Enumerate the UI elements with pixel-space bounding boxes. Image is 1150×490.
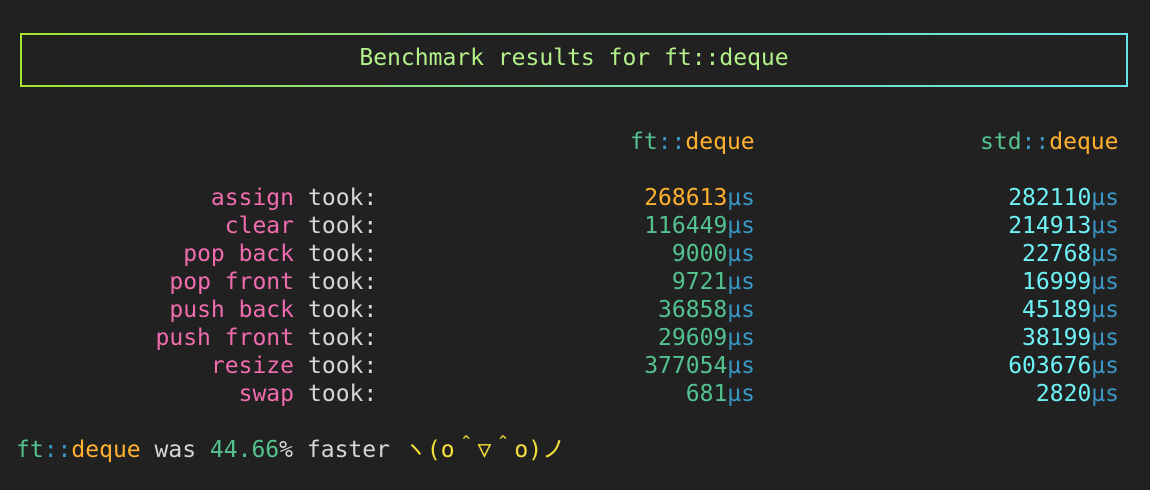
terminal-window: Benchmark results for ft::deque ft::dequ…: [0, 0, 1150, 490]
summary-name: deque: [71, 437, 141, 463]
unit: µs: [727, 325, 755, 351]
std-value: 282110: [1008, 185, 1092, 211]
header-ft-ns: ft: [630, 129, 658, 155]
unit: µs: [1091, 381, 1119, 407]
header-std-ns: std: [980, 129, 1022, 155]
header-ft-deque: ft::deque: [630, 128, 755, 156]
ft-time-assign: 268613µs: [644, 184, 755, 212]
took-label: took:: [308, 269, 378, 295]
unit: µs: [1091, 185, 1119, 211]
unit: µs: [1091, 269, 1119, 295]
std-time-pop-front: 16999µs: [1022, 268, 1119, 296]
std-time-push-back: 45189µs: [1022, 296, 1119, 324]
std-value: 16999: [1022, 269, 1092, 295]
std-time-swap: 2820µs: [1036, 380, 1119, 408]
header-ft-name: deque: [685, 129, 755, 155]
unit: µs: [727, 213, 755, 239]
banner-title: Benchmark results for ft::deque: [359, 45, 789, 71]
ft-time-clear: 116449µs: [644, 212, 755, 240]
row-label-push-back: push back: [169, 297, 294, 323]
took-label: took:: [308, 353, 378, 379]
ft-value: 116449: [644, 213, 728, 239]
took-label: took:: [308, 185, 378, 211]
std-time-assign: 282110µs: [1008, 184, 1119, 212]
unit: µs: [1091, 241, 1119, 267]
std-time-resize: 603676µs: [1008, 352, 1119, 380]
row-label-push-front: push front: [155, 325, 294, 351]
unit: µs: [1091, 325, 1119, 351]
took-label: took:: [308, 297, 378, 323]
summary-line: ft::deque was 44.66% faster ヽ(o＾▽＾o)ノ: [16, 436, 565, 464]
ft-time-pop-back: 9000µs: [672, 240, 755, 268]
std-value: 45189: [1022, 297, 1092, 323]
took-label: took:: [308, 325, 378, 351]
summary-faster: faster: [306, 437, 390, 463]
took-label: took:: [308, 381, 378, 407]
ft-value: 681: [685, 381, 728, 407]
ft-value: 9721: [671, 269, 728, 295]
unit: µs: [727, 297, 755, 323]
std-value: 603676: [1008, 353, 1092, 379]
std-value: 2820: [1035, 381, 1092, 407]
ft-time-pop-front: 9721µs: [672, 268, 755, 296]
ft-time-push-front: 29609µs: [658, 324, 755, 352]
summary-percent-sign: %: [279, 437, 294, 463]
std-value: 38199: [1022, 325, 1092, 351]
unit: µs: [727, 241, 755, 267]
ft-value: 36858: [658, 297, 728, 323]
unit: µs: [1091, 353, 1119, 379]
row-label-clear: clear: [224, 213, 294, 239]
unit: µs: [1091, 213, 1119, 239]
std-time-clear: 214913µs: [1008, 212, 1119, 240]
unit: µs: [1091, 297, 1119, 323]
ft-time-swap: 681µs: [686, 380, 755, 408]
summary-percent: 44.66: [209, 437, 280, 463]
header-ft-sep: ::: [657, 129, 686, 155]
std-time-push-front: 38199µs: [1022, 324, 1119, 352]
ft-time-push-back: 36858µs: [658, 296, 755, 324]
header-std-deque: std::deque: [980, 128, 1119, 156]
ft-value: 268613: [644, 185, 728, 211]
ft-time-resize: 377054µs: [644, 352, 755, 380]
summary-sep: ::: [43, 437, 72, 463]
unit: µs: [727, 269, 755, 295]
unit: µs: [727, 185, 755, 211]
ft-value: 29609: [658, 325, 728, 351]
row-label-resize: resize: [210, 353, 294, 379]
std-value: 22768: [1022, 241, 1092, 267]
header-std-name: deque: [1049, 129, 1119, 155]
summary-kaomoji: ヽ(o＾▽＾o)ノ: [403, 437, 566, 463]
took-label: took:: [308, 241, 378, 267]
std-value: 214913: [1008, 213, 1092, 239]
ft-value: 9000: [671, 241, 728, 267]
summary-was: was: [154, 437, 197, 463]
std-time-pop-back: 22768µs: [1022, 240, 1119, 268]
header-std-sep: ::: [1021, 129, 1050, 155]
ft-value: 377054: [644, 353, 728, 379]
row-label-assign: assign: [210, 185, 294, 211]
unit: µs: [727, 353, 755, 379]
summary-ns: ft: [16, 437, 44, 463]
took-label: took:: [308, 213, 378, 239]
row-label-pop-back: pop back: [183, 241, 294, 267]
unit: µs: [727, 381, 755, 407]
row-label-pop-front: pop front: [169, 269, 294, 295]
row-label-swap: swap: [238, 381, 294, 407]
